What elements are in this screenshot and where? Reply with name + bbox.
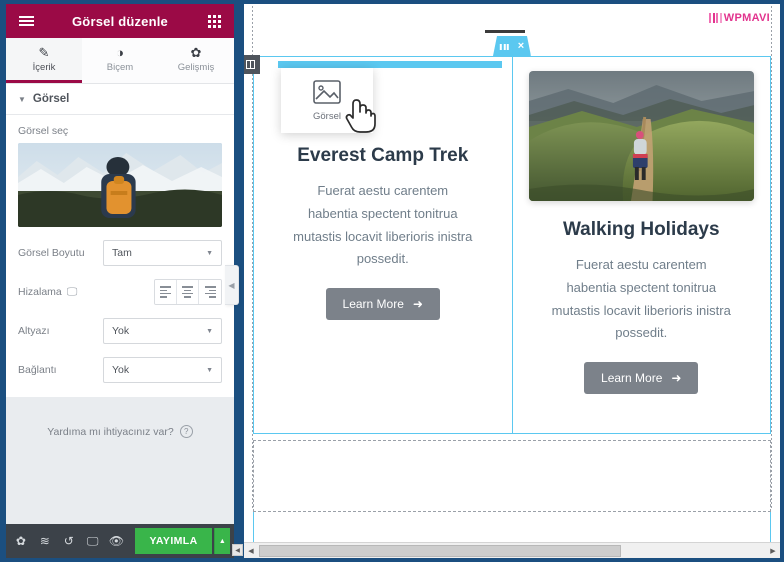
image-size-select[interactable]: Tam ▼ bbox=[103, 240, 222, 266]
column-right-heading: Walking Holidays bbox=[562, 219, 720, 240]
image-placeholder-icon bbox=[313, 79, 341, 104]
drop-indicator bbox=[278, 61, 502, 68]
mountain-trail-photo[interactable] bbox=[528, 71, 754, 201]
image-size-label: Görsel Boyutu bbox=[18, 247, 85, 259]
grid-icon[interactable] bbox=[200, 7, 228, 35]
scroll-left-arrow[interactable]: ◀ bbox=[244, 544, 258, 558]
image-size-value: Tam bbox=[112, 247, 132, 259]
scroll-right-arrow[interactable]: ▶ bbox=[766, 544, 780, 558]
chevron-down-icon: ▼ bbox=[206, 249, 213, 257]
close-x-icon[interactable]: × bbox=[518, 41, 524, 52]
image-select-label: Görsel seç bbox=[18, 125, 69, 137]
align-center-button[interactable] bbox=[177, 280, 199, 304]
contrast-icon: ◑ bbox=[116, 44, 124, 60]
panel-tabs: ✎ İçerik ◑ Biçem ✿ Gelişmiş bbox=[6, 38, 234, 84]
section-header-gorsel[interactable]: ▼ Görsel bbox=[6, 84, 234, 115]
align-left-button[interactable] bbox=[155, 280, 177, 304]
alignment-label-group: Hizalama 🖵 bbox=[18, 286, 103, 299]
hamburger-icon[interactable] bbox=[12, 7, 40, 35]
tab-gelismis[interactable]: ✿ Gelişmiş bbox=[158, 38, 234, 83]
layers-icon[interactable]: ≋ bbox=[34, 528, 56, 554]
drag-widget-ghost: Görsel bbox=[281, 68, 373, 133]
chevron-down-icon: ▼ bbox=[18, 94, 26, 104]
alignment-button-group bbox=[154, 279, 222, 305]
drag-widget-label: Görsel bbox=[313, 110, 341, 122]
help-label: Yardıma mı ihtiyacınız var? bbox=[47, 425, 174, 438]
pencil-icon: ✎ bbox=[38, 44, 50, 60]
hiker-thumbnail-image bbox=[18, 143, 222, 227]
responsive-icon[interactable]: 🖵 bbox=[82, 528, 104, 554]
alignment-label: Hizalama bbox=[18, 286, 62, 298]
arrow-right-icon: ➜ bbox=[412, 297, 423, 311]
panel-footer: ✿ ≋ ↺ 🖵 👁 YAYIMLA ▲ bbox=[6, 524, 234, 558]
section-header-label: Görsel bbox=[32, 93, 70, 105]
heading-divider bbox=[485, 30, 525, 33]
learn-more-label: Learn More bbox=[601, 371, 663, 385]
site-logo[interactable]: WPMAVI bbox=[709, 12, 770, 24]
mountain-trail-image bbox=[528, 71, 754, 201]
logo-text: WPMAVI bbox=[723, 12, 770, 24]
empty-dashed-section[interactable] bbox=[253, 440, 771, 512]
panel-header: Görsel düzenle bbox=[6, 4, 234, 38]
learn-more-label: Learn More bbox=[342, 297, 404, 311]
publish-options-button[interactable]: ▲ bbox=[213, 528, 230, 554]
page-title: Görsel düzenle bbox=[72, 13, 168, 29]
tab-bicem-label: Biçem bbox=[106, 61, 134, 73]
history-icon[interactable]: ↺ bbox=[58, 528, 80, 554]
tab-bicem[interactable]: ◑ Biçem bbox=[82, 38, 158, 83]
align-right-button[interactable] bbox=[199, 280, 221, 304]
caption-select[interactable]: Yok ▼ bbox=[103, 318, 222, 344]
learn-more-button-right[interactable]: Learn More ➜ bbox=[584, 362, 699, 394]
learn-more-button-left[interactable]: Learn More ➜ bbox=[325, 288, 440, 320]
gear-icon: ✿ bbox=[190, 44, 202, 60]
monitor-icon: 🖵 bbox=[66, 285, 78, 298]
guide-right bbox=[771, 6, 772, 510]
panel-empty-area: Yardıma mı ihtiyacınız var? ? bbox=[6, 397, 234, 524]
chevron-left-icon: ◀ bbox=[228, 280, 235, 290]
drag-dots-icon[interactable] bbox=[499, 43, 509, 50]
help-link[interactable]: Yardıma mı ihtiyacınız var? ? bbox=[6, 425, 234, 438]
column-right[interactable]: Walking Holidays Fuerat aestu carentem h… bbox=[513, 57, 771, 433]
tab-icerik-label: İçerik bbox=[32, 61, 56, 73]
publish-button[interactable]: YAYIMLA bbox=[135, 528, 212, 554]
column-handle-icon[interactable] bbox=[244, 55, 260, 74]
column-right-paragraph: Fuerat aestu carentem habentia spectent … bbox=[551, 257, 731, 341]
horizontal-scrollbar[interactable]: ◀ ▶ bbox=[244, 542, 780, 558]
app-window: Görsel düzenle ✎ İçerik ◑ Biçem ✿ Gelişm… bbox=[0, 0, 784, 562]
column-left-heading: Everest Camp Trek bbox=[297, 145, 469, 166]
tab-icerik[interactable]: ✎ İçerik bbox=[6, 38, 82, 83]
logo-bars-icon bbox=[709, 13, 722, 23]
editor-panel: Görsel düzenle ✎ İçerik ◑ Biçem ✿ Gelişm… bbox=[6, 4, 234, 558]
link-row: Bağlantı Yok ▼ bbox=[18, 357, 222, 383]
caption-row: Altyazı Yok ▼ bbox=[18, 318, 222, 344]
column-left-paragraph: Fuerat aestu carentem habentia spectent … bbox=[293, 183, 473, 267]
chevron-down-icon: ▼ bbox=[206, 327, 213, 335]
link-label: Bağlantı bbox=[18, 364, 57, 376]
image-size-row: Görsel Boyutu Tam ▼ bbox=[18, 240, 222, 266]
caption-value: Yok bbox=[112, 325, 130, 337]
alignment-row: Hizalama 🖵 bbox=[18, 279, 222, 305]
panel-collapse-handle[interactable]: ◀ bbox=[225, 265, 239, 305]
chevron-down-icon: ▼ bbox=[206, 366, 213, 374]
tab-gelismis-label: Gelişmiş bbox=[177, 61, 215, 73]
guide-left bbox=[252, 6, 253, 510]
gear-icon[interactable]: ✿ bbox=[10, 528, 32, 554]
image-preview-thumbnail[interactable] bbox=[18, 143, 222, 227]
preview-eye-icon[interactable]: 👁 bbox=[106, 528, 128, 554]
link-value: Yok bbox=[112, 364, 130, 376]
scroll-nub[interactable]: ◀ bbox=[232, 544, 243, 556]
arrow-right-icon: ➜ bbox=[671, 371, 682, 385]
scrollbar-track[interactable] bbox=[258, 544, 766, 558]
panel-body: Görsel seç Görsel Boyutu Tam ▼ Hizalama … bbox=[6, 115, 234, 397]
scrollbar-thumb[interactable] bbox=[259, 544, 621, 557]
question-mark-icon: ? bbox=[179, 425, 193, 438]
link-select[interactable]: Yok ▼ bbox=[103, 357, 222, 383]
section-toolbar: × bbox=[492, 36, 532, 57]
caption-label: Altyazı bbox=[18, 325, 50, 337]
